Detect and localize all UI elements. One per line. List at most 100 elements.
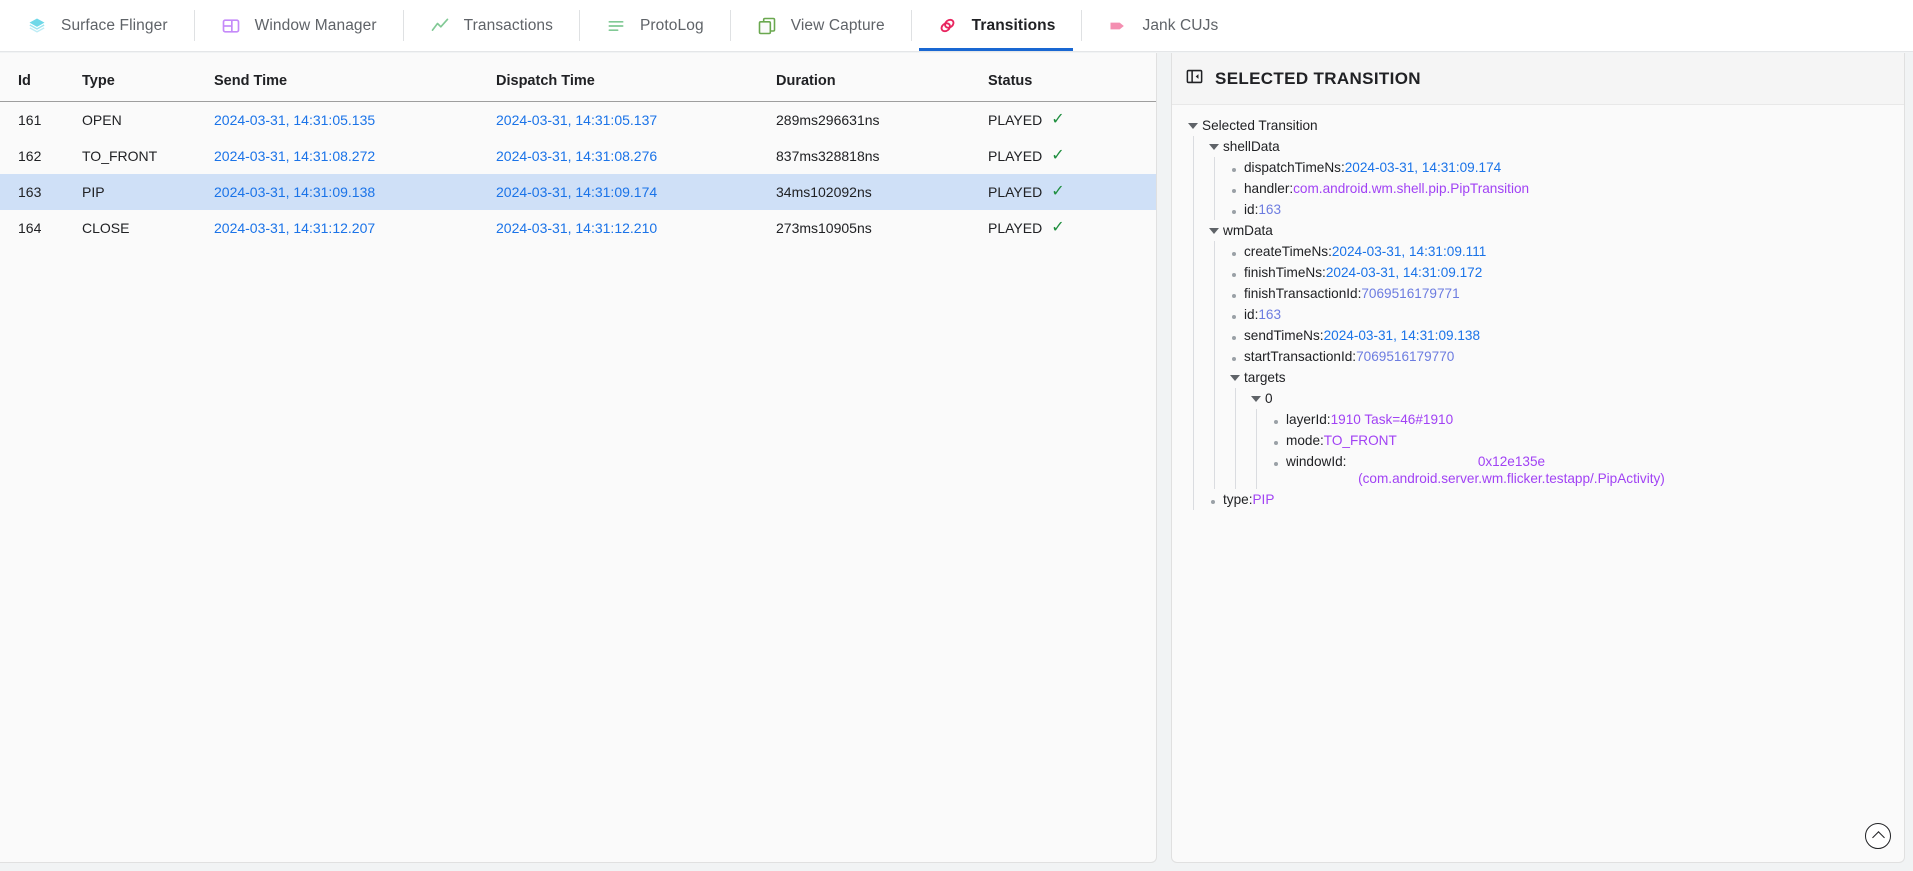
page-title: SELECTED TRANSITION (1215, 69, 1421, 89)
collapse-left-panel-icon[interactable] (1185, 67, 1204, 91)
tree-leaf-dispatch-time-ns[interactable]: dispatchTimeNs:2024-03-31, 14:31:09.174 (1228, 157, 1898, 178)
cell-type: PIP (82, 174, 214, 210)
tab-label: Surface Flinger (61, 17, 168, 35)
table-header: Id Type Send Time Dispatch Time Duration… (0, 53, 1157, 102)
tag-icon (1107, 15, 1129, 37)
table-row[interactable]: 161 OPEN 2024-03-31, 14:31:05.135 2024-0… (0, 102, 1157, 139)
line-chart-icon (429, 15, 451, 37)
leaf-key: createTimeNs: (1244, 244, 1332, 259)
cell-type: TO_FRONT (82, 138, 214, 174)
tree-children: layerId:1910 Task=46#1910 mode:TO_FRONT (1256, 409, 1898, 489)
tree-node-row[interactable]: Selected Transition (1186, 115, 1898, 136)
tree-leaf-shell-id[interactable]: id:163 (1228, 199, 1898, 220)
leaf-value: com.android.wm.shell.pip.PipTransition (1293, 181, 1529, 196)
tree-node-targets: targets 0 (1228, 367, 1898, 489)
dispatch-time-link[interactable]: 2024-03-31, 14:31:05.137 (496, 112, 657, 128)
tree-leaf-layer-id[interactable]: layerId:1910 Task=46#1910 (1270, 409, 1898, 430)
column-header-type[interactable]: Type (82, 53, 214, 102)
table-row[interactable]: 162 TO_FRONT 2024-03-31, 14:31:08.272 20… (0, 138, 1157, 174)
tab-jank-cujs[interactable]: Jank CUJs (1081, 0, 1244, 51)
transitions-table-panel: Id Type Send Time Dispatch Time Duration… (0, 53, 1157, 863)
column-header-send-time[interactable]: Send Time (214, 53, 496, 102)
cell-send-time: 2024-03-31, 14:31:05.135 (214, 102, 496, 139)
leaf-key: id: (1244, 202, 1258, 217)
table-body: 161 OPEN 2024-03-31, 14:31:05.135 2024-0… (0, 102, 1157, 247)
table-row[interactable]: 163 PIP 2024-03-31, 14:31:09.138 2024-03… (0, 174, 1157, 210)
tree-leaf-finish-time-ns[interactable]: finishTimeNs:2024-03-31, 14:31:09.172 (1228, 262, 1898, 283)
panel-header: SELECTED TRANSITION (1172, 53, 1904, 105)
leaf-value: 0x12e135e (com.android.server.wm.flicker… (1346, 453, 1676, 488)
cell-duration: 289ms296631ns (776, 102, 988, 139)
cell-dispatch-time: 2024-03-31, 14:31:05.137 (496, 102, 776, 139)
column-header-id[interactable]: Id (0, 53, 82, 102)
cell-type: CLOSE (82, 210, 214, 246)
cell-type: OPEN (82, 102, 214, 139)
tree-leaf-mode[interactable]: mode:TO_FRONT (1270, 430, 1898, 451)
tree-leaf-handler[interactable]: handler:com.android.wm.shell.pip.PipTran… (1228, 178, 1898, 199)
send-time-link[interactable]: 2024-03-31, 14:31:08.272 (214, 148, 375, 164)
tree-node-row[interactable]: wmData (1207, 220, 1898, 241)
leaf-key: windowId: (1286, 454, 1346, 469)
main-tab-bar: Surface Flinger Window Manager Transacti… (0, 0, 1913, 52)
leaf-value: 2024-03-31, 14:31:09.174 (1345, 160, 1501, 175)
cell-status: PLAYED ✓ (988, 174, 1157, 210)
tab-window-manager[interactable]: Window Manager (194, 0, 403, 51)
cell-duration: 273ms10905ns (776, 210, 988, 246)
leaf-value: 7069516179771 (1361, 286, 1459, 301)
tree-node-label: targets (1244, 370, 1286, 385)
cell-status: PLAYED ✓ (988, 102, 1157, 139)
cell-duration: 837ms328818ns (776, 138, 988, 174)
cell-send-time: 2024-03-31, 14:31:12.207 (214, 210, 496, 246)
tree-node-row[interactable]: 0 (1249, 388, 1898, 409)
leaf-key: finishTimeNs: (1244, 265, 1326, 280)
window-icon (220, 15, 242, 37)
workspace: Id Type Send Time Dispatch Time Duration… (0, 52, 1913, 871)
list-lines-icon (605, 15, 627, 37)
tree-children: createTimeNs:2024-03-31, 14:31:09.111 fi… (1214, 241, 1898, 489)
dispatch-time-link[interactable]: 2024-03-31, 14:31:09.174 (496, 184, 657, 200)
tree-leaf-window-id[interactable]: windowId:0x12e135e (com.android.server.w… (1270, 451, 1898, 489)
table-row[interactable]: 164 CLOSE 2024-03-31, 14:31:12.207 2024-… (0, 210, 1157, 246)
send-time-link[interactable]: 2024-03-31, 14:31:05.135 (214, 112, 375, 128)
cell-send-time: 2024-03-31, 14:31:08.272 (214, 138, 496, 174)
tab-protolog[interactable]: ProtoLog (579, 0, 730, 51)
status-badge: PLAYED (988, 184, 1042, 200)
tree-leaf-create-time-ns[interactable]: createTimeNs:2024-03-31, 14:31:09.111 (1228, 241, 1898, 262)
leaf-key: id: (1244, 307, 1258, 322)
tab-view-capture[interactable]: View Capture (730, 0, 911, 51)
leaf-key: dispatchTimeNs: (1244, 160, 1345, 175)
tree-node-row[interactable]: targets (1228, 367, 1898, 388)
tree-node-label: shellData (1223, 139, 1280, 154)
leaf-value: 163 (1258, 307, 1281, 322)
tree-leaf-wm-id[interactable]: id:163 (1228, 304, 1898, 325)
column-header-dispatch-time[interactable]: Dispatch Time (496, 53, 776, 102)
status-badge: PLAYED (988, 220, 1042, 236)
tree-node-label: 0 (1265, 391, 1273, 406)
tree-node-row[interactable]: shellData (1207, 136, 1898, 157)
chevron-up-circle-icon[interactable] (1865, 823, 1891, 849)
tree-leaf-send-time-ns[interactable]: sendTimeNs:2024-03-31, 14:31:09.138 (1228, 325, 1898, 346)
tree-leaf-type[interactable]: type:PIP (1207, 489, 1898, 510)
send-time-link[interactable]: 2024-03-31, 14:31:12.207 (214, 220, 375, 236)
dispatch-time-link[interactable]: 2024-03-31, 14:31:12.210 (496, 220, 657, 236)
status-badge: PLAYED (988, 112, 1042, 128)
send-time-link[interactable]: 2024-03-31, 14:31:09.138 (214, 184, 375, 200)
leaf-key: layerId: (1286, 412, 1331, 427)
tab-transactions[interactable]: Transactions (403, 0, 579, 51)
check-icon: ✓ (1051, 184, 1064, 200)
tree-leaf-finish-transaction-id[interactable]: finishTransactionId:7069516179771 (1228, 283, 1898, 304)
dispatch-time-link[interactable]: 2024-03-31, 14:31:08.276 (496, 148, 657, 164)
column-header-status[interactable]: Status (988, 53, 1157, 102)
tree-node-label: Selected Transition (1202, 118, 1318, 133)
tree-leaf-start-transaction-id[interactable]: startTransactionId:7069516179770 (1228, 346, 1898, 367)
cell-status: PLAYED ✓ (988, 210, 1157, 246)
leaf-value: TO_FRONT (1324, 433, 1397, 448)
column-header-duration[interactable]: Duration (776, 53, 988, 102)
tab-label: Transitions (972, 17, 1056, 35)
tree-node-label: wmData (1223, 223, 1273, 238)
leaf-key: startTransactionId: (1244, 349, 1356, 364)
tab-transitions[interactable]: Transitions (911, 0, 1082, 51)
tab-surface-flinger[interactable]: Surface Flinger (0, 0, 194, 51)
cell-dispatch-time: 2024-03-31, 14:31:12.210 (496, 210, 776, 246)
check-icon: ✓ (1051, 112, 1064, 128)
